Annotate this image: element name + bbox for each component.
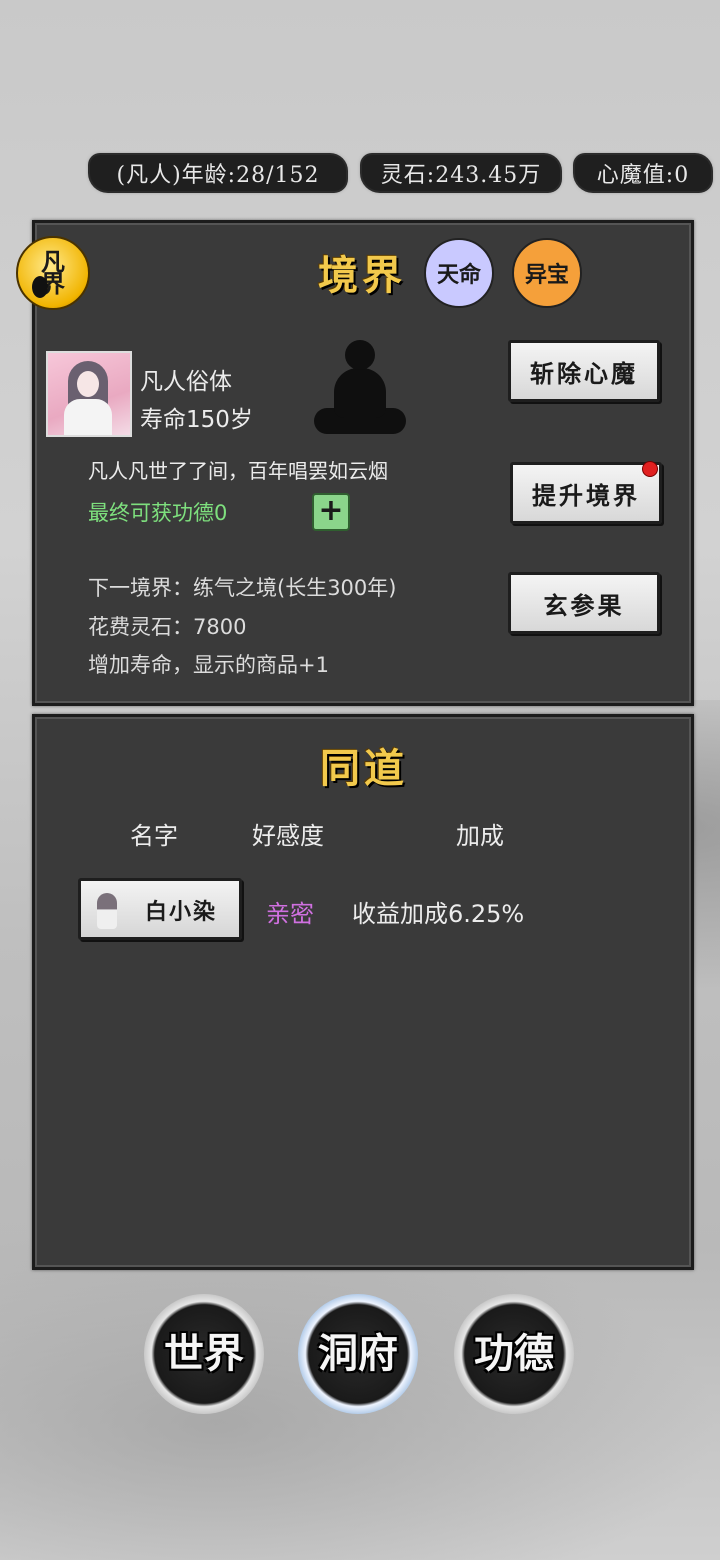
destiny-button[interactable]: 天命 <box>424 238 494 308</box>
gourd-icon <box>32 276 48 298</box>
add-merit-button[interactable]: + <box>312 493 350 531</box>
meditating-figure-icon <box>312 338 408 438</box>
nav-merit-button[interactable]: 功德 <box>454 1294 574 1414</box>
column-header-bonus: 加成 <box>456 822 504 850</box>
treasure-button[interactable]: 异宝 <box>512 238 582 308</box>
ascend-cost: 花费灵石：7800 <box>88 615 247 639</box>
spirit-stone-display: 灵石:243.45万 <box>362 155 560 191</box>
companion-favor: 亲密 <box>266 900 314 928</box>
ascend-bonus: 增加寿命，显示的商品+1 <box>88 653 329 677</box>
realm-motto: 凡人凡世了了间，百年唱罢如云烟 <box>88 459 388 483</box>
companion-panel <box>32 714 694 1270</box>
realm-badge[interactable]: 凡界 <box>16 236 90 310</box>
companion-title: 同道 <box>320 745 408 792</box>
companion-bonus: 收益加成6.25% <box>352 900 525 928</box>
companion-avatar-icon <box>97 893 117 929</box>
nav-cave-label: 洞府 <box>318 1330 398 1377</box>
nav-cave-button[interactable]: 洞府 <box>298 1294 418 1414</box>
lifespan: 寿命150岁 <box>140 407 253 433</box>
merit-gain-label: 最终可获功德0 <box>88 501 228 525</box>
next-realm-info: 下一境界：练气之境(长生300年) <box>88 576 397 600</box>
column-header-name: 名字 <box>130 822 178 850</box>
nav-world-label: 世界 <box>164 1330 244 1377</box>
notification-dot <box>642 461 658 477</box>
ginseng-fruit-button[interactable]: 玄参果 <box>508 572 660 634</box>
ascend-realm-button[interactable]: 提升境界 <box>510 462 662 524</box>
player-avatar[interactable] <box>46 351 132 437</box>
nav-world-button[interactable]: 世界 <box>144 1294 264 1414</box>
slay-heart-demon-button[interactable]: 斩除心魔 <box>508 340 660 402</box>
nav-merit-label: 功德 <box>474 1330 554 1377</box>
companion-card[interactable]: 白小染 <box>78 878 242 940</box>
avatar-face <box>77 371 99 397</box>
realm-title: 境界 <box>318 252 406 299</box>
body-name: 凡人俗体 <box>140 369 232 395</box>
companion-name: 白小染 <box>145 899 218 925</box>
avatar-robe <box>64 399 112 435</box>
heart-demon-display: 心魔值:0 <box>575 155 711 191</box>
age-display: (凡人)年龄:28/152 <box>90 155 346 191</box>
column-header-favor: 好感度 <box>252 822 324 850</box>
